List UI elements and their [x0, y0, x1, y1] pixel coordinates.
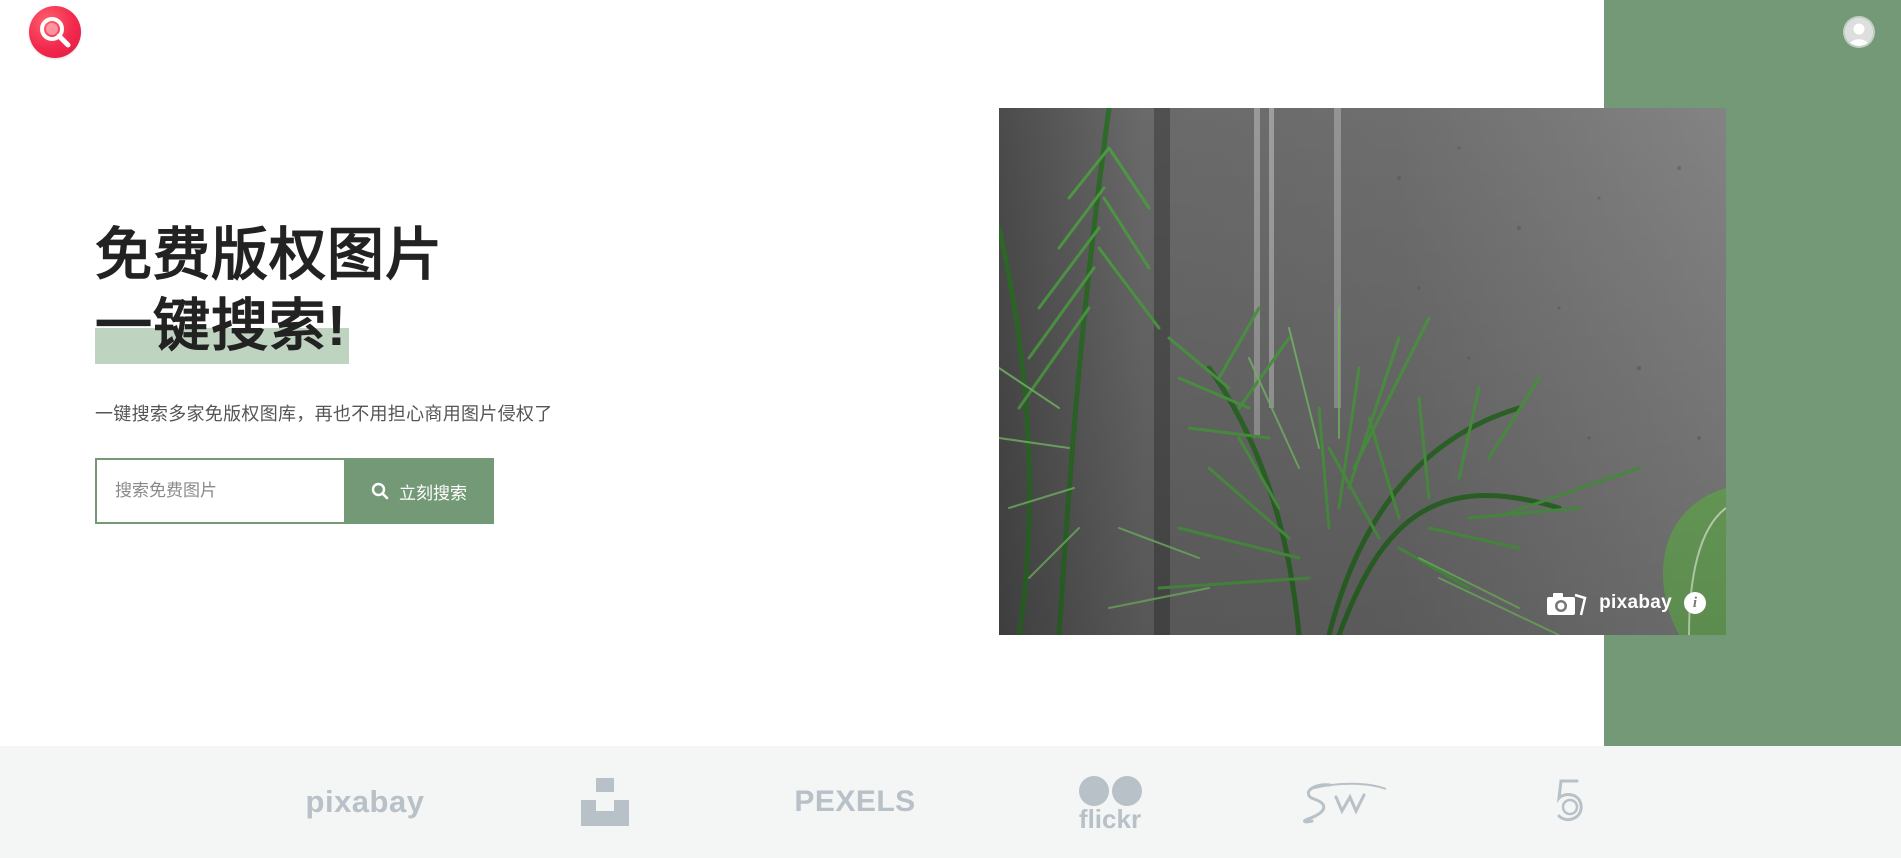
headline-line-1: 免费版权图片 — [95, 223, 443, 287]
hero-subtitle: 一键搜索多家免版权图库，再也不用担心商用图片侵权了 — [95, 404, 553, 424]
flickr-logo-text: flickr — [1078, 803, 1142, 834]
500px-icon — [1556, 779, 1583, 821]
500px-logo[interactable] — [1550, 746, 1590, 858]
search-bar: 立刻搜索 — [95, 458, 494, 524]
pixabay-logo[interactable]: pixabay — [300, 746, 430, 858]
headline-line-2-text: 一键搜索! — [95, 294, 347, 358]
unsplash-logo[interactable] — [575, 746, 635, 858]
search-button-label: 立刻搜索 — [399, 483, 467, 503]
signature-sw-icon — [1303, 782, 1387, 824]
search-button[interactable]: 立刻搜索 — [344, 458, 494, 524]
unsplash-icon — [581, 778, 629, 826]
search-icon — [371, 482, 389, 500]
palm-plant-image — [999, 108, 1726, 635]
image-sources-strip: pixabay PEXELS flickr — [0, 746, 1901, 858]
user-avatar[interactable] — [1845, 18, 1873, 46]
stocksnap-logo[interactable] — [1300, 746, 1390, 858]
flickr-dots-icon — [1078, 775, 1142, 806]
user-avatar-icon — [1845, 18, 1873, 46]
camera-icon — [1547, 593, 1587, 616]
site-logo[interactable] — [29, 6, 81, 58]
hero-photo[interactable]: pixabay i — [999, 108, 1726, 635]
headline-line-2: 一键搜索! — [95, 291, 349, 364]
search-input[interactable] — [95, 458, 344, 524]
headline: 免费版权图片 一键搜索! — [95, 220, 443, 364]
pixabay-credit-text: pixabay — [1599, 592, 1672, 613]
magnifier-icon — [40, 17, 71, 48]
photo-credit: pixabay i — [1545, 589, 1706, 617]
hero-heading: 免费版权图片 一键搜索! — [95, 220, 443, 364]
flickr-logo[interactable]: flickr — [1070, 746, 1150, 858]
info-icon[interactable]: i — [1684, 592, 1706, 614]
pexels-logo[interactable]: PEXELS — [790, 746, 920, 858]
